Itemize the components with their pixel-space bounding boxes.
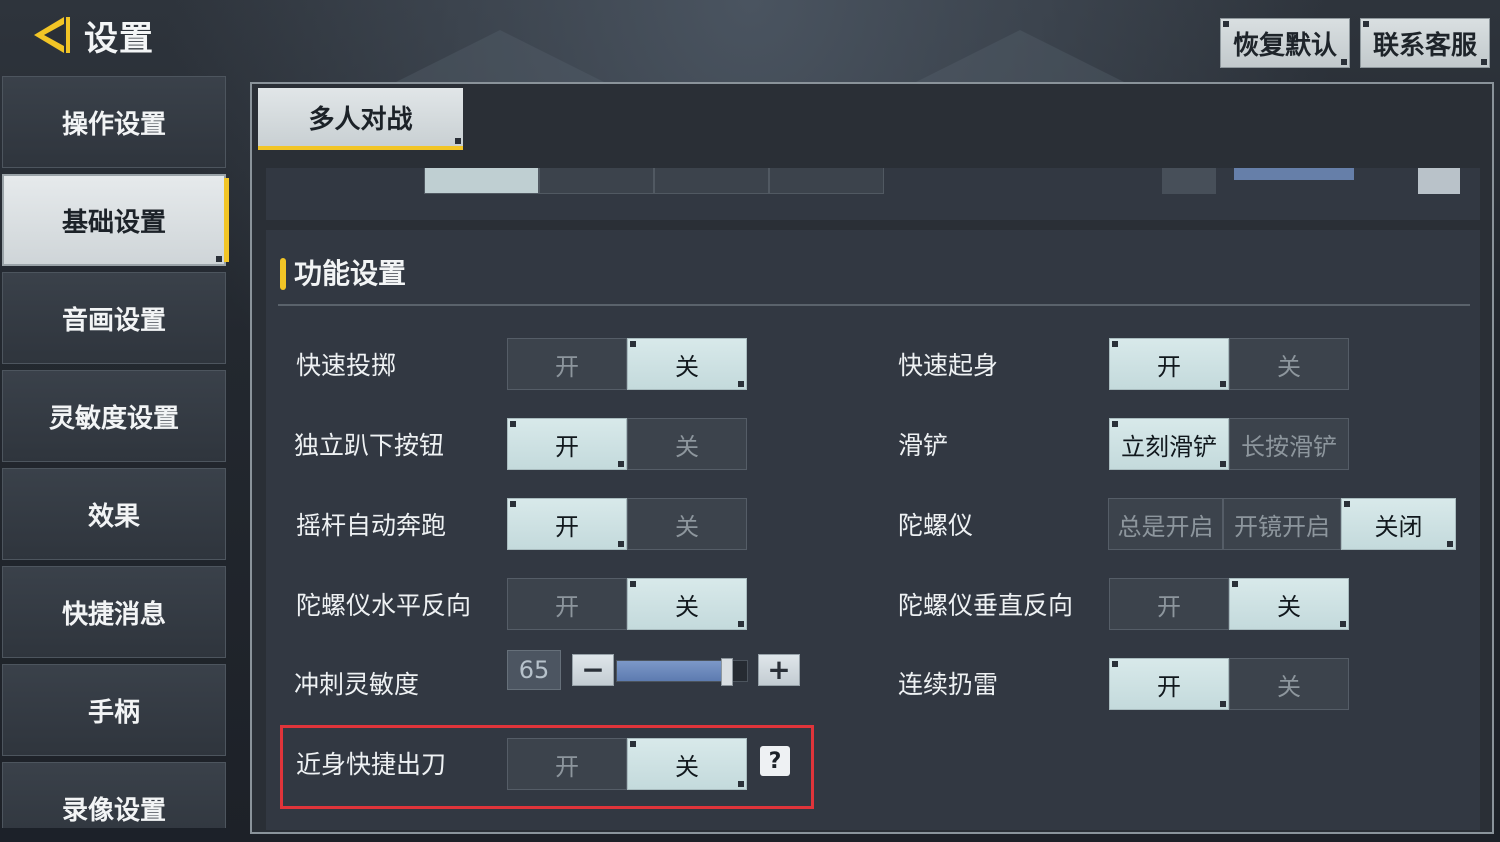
sprint-sensitivity-minus-button[interactable]: −	[572, 654, 614, 686]
sidebar-item-label: 音画设置	[61, 305, 166, 336]
quick-throw-on[interactable]: 开	[507, 338, 627, 390]
gyro-v-invert-on[interactable]: 开	[1109, 578, 1229, 630]
gyroscope-options: 总是开启 开镜开启 关闭	[1108, 498, 1456, 550]
gyroscope-label: 陀螺仪	[898, 511, 974, 540]
sidebar-item-label: 基础设置	[61, 207, 166, 238]
auto-sprint-label: 摇杆自动奔跑	[296, 511, 447, 540]
sprint-sensitivity-label: 冲刺灵敏度	[294, 670, 420, 699]
previous-section-scrolled	[266, 168, 1480, 220]
bg-decoration	[380, 30, 620, 90]
bg-decoration	[900, 30, 1140, 90]
sidebar-item-sensitivity[interactable]: 灵敏度设置	[2, 370, 226, 462]
quick-getup-on[interactable]: 开	[1109, 338, 1229, 390]
slide-options: 立刻滑铲 长按滑铲	[1109, 418, 1349, 470]
auto-sprint-off[interactable]: 关	[627, 498, 747, 550]
gyro-h-invert-on[interactable]: 开	[507, 578, 627, 630]
scrolled-segment	[539, 168, 654, 194]
scrolled-segment	[769, 168, 884, 194]
continuous-grenade-label: 连续扔雷	[898, 670, 999, 699]
sidebar-item-label: 录像设置	[61, 795, 166, 826]
scrolled-plus	[1418, 168, 1460, 194]
gyro-v-invert-off[interactable]: 关	[1229, 578, 1349, 630]
gyro-h-invert-label: 陀螺仪水平反向	[296, 591, 472, 620]
scrolled-number	[1162, 168, 1216, 194]
slider-thumb[interactable]	[720, 658, 733, 686]
slide-immediate[interactable]: 立刻滑铲	[1109, 418, 1229, 470]
annotation-highlight-box	[280, 725, 814, 809]
independent-prone-off[interactable]: 关	[627, 418, 747, 470]
sprint-sensitivity-slider[interactable]	[616, 658, 748, 686]
quick-throw-off[interactable]: 关	[627, 338, 747, 390]
sprint-sensitivity-plus-button[interactable]: +	[758, 654, 800, 686]
quick-throw-label: 快速投掷	[296, 351, 397, 380]
sidebar-item-label: 手柄	[87, 697, 140, 728]
sidebar-item-effects[interactable]: 效果	[2, 468, 226, 560]
contact-support-button[interactable]: 联系客服	[1360, 18, 1490, 68]
continuous-grenade-off[interactable]: 关	[1229, 658, 1349, 710]
slide-label: 滑铲	[898, 431, 949, 460]
sprint-sensitivity-value: 65	[507, 650, 561, 690]
sidebar-item-controls[interactable]: 操作设置	[2, 76, 226, 168]
quick-throw-toggle: 开 关	[507, 338, 747, 390]
back-button[interactable]: 设置	[30, 10, 160, 60]
slide-hold[interactable]: 长按滑铲	[1229, 418, 1349, 470]
sidebar-bottom-edge	[0, 828, 230, 842]
sidebar-item-controller[interactable]: 手柄	[2, 664, 226, 756]
sidebar-item-label: 灵敏度设置	[48, 403, 179, 434]
gyro-h-invert-off[interactable]: 关	[627, 578, 747, 630]
gyro-v-invert-toggle: 开 关	[1109, 578, 1349, 630]
quick-getup-label: 快速起身	[898, 351, 999, 380]
settings-panel: 多人对战 功能设置 快速投掷 开 关 独立趴下按钮 开 关 摇杆自动奔跑 开 关…	[250, 82, 1494, 834]
tab-multiplayer[interactable]: 多人对战	[258, 88, 463, 150]
continuous-grenade-toggle: 开 关	[1109, 658, 1349, 710]
slider-fill	[617, 661, 727, 681]
sidebar-item-basic[interactable]: 基础设置	[2, 174, 229, 266]
auto-sprint-on[interactable]: 开	[507, 498, 627, 550]
restore-default-button[interactable]: 恢复默认	[1220, 18, 1350, 68]
active-indicator	[224, 178, 229, 262]
section-title: 功能设置	[294, 257, 407, 290]
quick-getup-off[interactable]: 关	[1229, 338, 1349, 390]
gyro-h-invert-toggle: 开 关	[507, 578, 747, 630]
independent-prone-label: 独立趴下按钮	[294, 431, 445, 460]
gyroscope-off[interactable]: 关闭	[1341, 498, 1456, 550]
gyro-v-invert-label: 陀螺仪垂直反向	[898, 591, 1074, 620]
sidebar: 操作设置 基础设置 音画设置 灵敏度设置 效果 快捷消息 手柄 录像设置	[2, 76, 229, 842]
scrolled-segment	[654, 168, 769, 194]
divider	[278, 304, 1470, 306]
gyroscope-scope-on[interactable]: 开镜开启	[1223, 498, 1341, 550]
gyroscope-always-on[interactable]: 总是开启	[1108, 498, 1223, 550]
continuous-grenade-on[interactable]: 开	[1109, 658, 1229, 710]
sidebar-item-audio-video[interactable]: 音画设置	[2, 272, 226, 364]
page-title: 设置	[84, 18, 154, 59]
back-arrow-icon	[34, 17, 70, 53]
section-accent-bar	[280, 258, 286, 290]
auto-sprint-toggle: 开 关	[507, 498, 747, 550]
scrolled-segment	[424, 168, 539, 194]
scrolled-slider	[1234, 168, 1354, 180]
sidebar-item-label: 快捷消息	[61, 599, 166, 630]
sidebar-item-quick-messages[interactable]: 快捷消息	[2, 566, 226, 658]
independent-prone-on[interactable]: 开	[507, 418, 627, 470]
independent-prone-toggle: 开 关	[507, 418, 747, 470]
quick-getup-toggle: 开 关	[1109, 338, 1349, 390]
sidebar-item-label: 操作设置	[61, 109, 166, 140]
sidebar-item-label: 效果	[87, 501, 140, 532]
